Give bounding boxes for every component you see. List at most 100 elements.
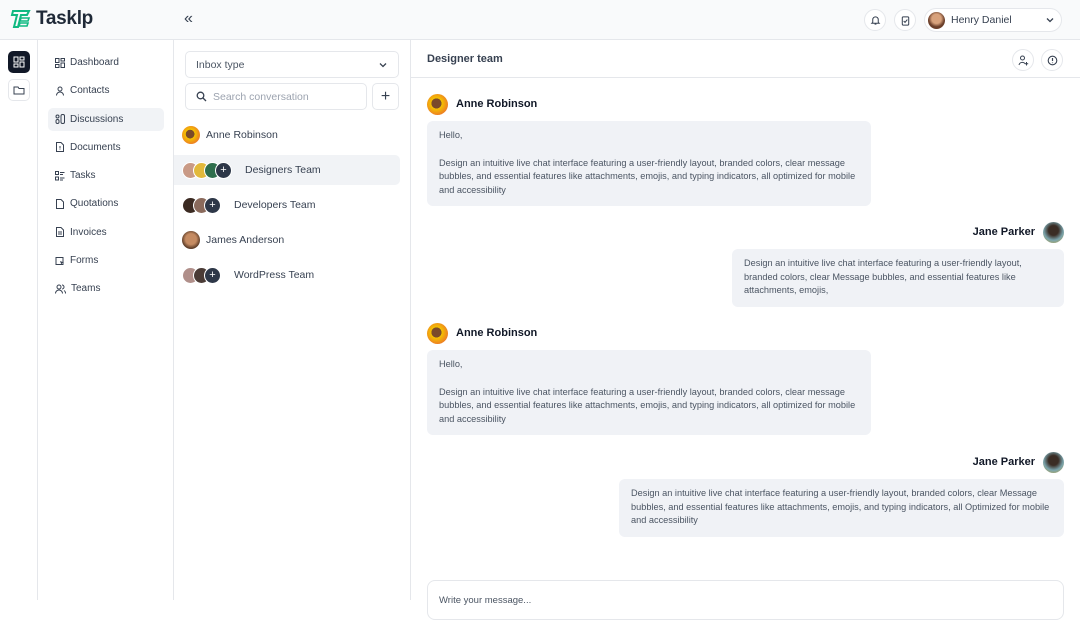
conversation-name: Anne Robinson xyxy=(206,129,278,141)
conversation-item[interactable]: + Developers Team xyxy=(174,190,400,220)
sidebar-item-teams[interactable]: Teams xyxy=(48,277,164,300)
user-menu[interactable]: Henry Daniel xyxy=(924,8,1062,32)
inbox-type-select[interactable]: Inbox type xyxy=(185,51,399,78)
conversation-item[interactable]: James Anderson xyxy=(174,225,400,255)
add-member-button[interactable] xyxy=(1012,49,1034,71)
more-members-icon: + xyxy=(204,196,221,214)
message: Anne Robinson Hello, Design an intuitive… xyxy=(427,323,871,435)
chat-header: Designer team xyxy=(411,40,1080,78)
sidebar-item-label: Quotations xyxy=(70,198,119,210)
message-sender: Jane Parker xyxy=(732,222,1064,243)
avatar xyxy=(182,126,200,144)
sidebar-item-label: Documents xyxy=(70,141,121,153)
message: Anne Robinson Hello, Design an intuitive… xyxy=(427,94,871,206)
app-name: Tasklp xyxy=(36,8,93,29)
sender-name: Anne Robinson xyxy=(456,326,538,339)
avatar-group: + xyxy=(182,266,221,284)
message-body: Design an intuitive live chat interface … xyxy=(631,488,1050,525)
chat-title: Designer team xyxy=(427,52,503,65)
message-body: Design an intuitive live chat interface … xyxy=(439,386,856,424)
grid-icon xyxy=(13,56,25,68)
new-conversation-button[interactable]: + xyxy=(372,83,399,110)
search-icon xyxy=(196,91,207,102)
tasks-button[interactable] xyxy=(894,9,916,31)
message-sender: Jane Parker xyxy=(619,452,1064,473)
avatar xyxy=(1043,452,1064,473)
sidebar-item-label: Tasks xyxy=(70,170,96,182)
users-icon xyxy=(55,284,66,294)
sidebar-item-label: Dashboard xyxy=(70,57,119,68)
sidebar-item-discussions[interactable]: Discussions xyxy=(48,107,164,131)
search-box xyxy=(185,83,367,110)
avatar-group: + xyxy=(182,161,232,179)
avatar-group: + xyxy=(182,196,221,214)
sidebar-item-tasks[interactable]: Tasks xyxy=(48,164,164,187)
sidebar-item-contacts[interactable]: Contacts xyxy=(48,79,164,102)
conversation-list: Anne Robinson + Designers Team + Develop… xyxy=(174,120,411,295)
inbox-type-value: Inbox type xyxy=(196,58,245,71)
sidebar-item-label: Invoices xyxy=(70,226,107,238)
info-icon xyxy=(1047,55,1057,65)
info-button[interactable] xyxy=(1041,49,1063,71)
message-input[interactable]: Write your message... xyxy=(427,580,1064,620)
sidebar-item-forms[interactable]: Forms xyxy=(48,249,164,272)
sidebar-item-documents[interactable]: Documents xyxy=(48,136,164,159)
logo-icon xyxy=(10,10,31,28)
sidebar-item-label: Discussions xyxy=(70,113,124,125)
icon-rail xyxy=(0,40,38,600)
conversation-name: Designers Team xyxy=(245,164,321,176)
message-greeting: Hello, xyxy=(439,130,463,140)
message-greeting: Hello, xyxy=(439,359,463,369)
message-bubble: Design an intuitive live chat interface … xyxy=(732,249,1064,307)
conversation-name: Developers Team xyxy=(234,199,316,211)
logo[interactable]: Tasklp xyxy=(10,8,93,30)
message-input-placeholder: Write your message... xyxy=(439,595,532,606)
user-name: Henry Daniel xyxy=(951,14,1012,26)
conversation-item[interactable]: + WordPress Team xyxy=(174,260,400,290)
conversation-panel: Inbox type + Anne Robinson + Designers T… xyxy=(174,40,411,600)
avatar xyxy=(1043,222,1064,243)
tasks-icon xyxy=(55,170,65,181)
chat-panel: Designer team Anne Robinson Hello, Desig… xyxy=(411,40,1080,620)
rail-grid-button[interactable] xyxy=(8,51,30,73)
chevron-down-icon xyxy=(379,62,387,67)
collapse-sidebar-button[interactable]: « xyxy=(184,10,193,28)
sidebar-item-label: Teams xyxy=(71,283,101,295)
sidebar-item-label: Forms xyxy=(70,255,99,267)
avatar xyxy=(427,323,448,344)
more-members-icon: + xyxy=(215,161,232,179)
sender-name: Jane Parker xyxy=(972,455,1035,468)
conversation-item[interactable]: + Designers Team xyxy=(174,155,400,185)
message-sender: Anne Robinson xyxy=(427,323,871,344)
message-bubble: Hello, Design an intuitive live chat int… xyxy=(427,350,871,435)
forms-icon xyxy=(55,256,64,265)
message-bubble: Design an intuitive live chat interface … xyxy=(619,479,1064,537)
invoice-icon xyxy=(56,227,64,238)
message-body: Design an intuitive live chat interface … xyxy=(439,157,856,195)
document-icon xyxy=(56,142,64,153)
more-members-icon: + xyxy=(204,266,221,284)
chevron-down-icon xyxy=(1046,18,1054,23)
sidebar-item-dashboard[interactable]: Dashboard xyxy=(48,51,164,74)
discussions-icon xyxy=(55,114,65,125)
sender-name: Jane Parker xyxy=(972,225,1035,238)
clipboard-check-icon xyxy=(901,15,909,26)
notifications-button[interactable] xyxy=(864,9,886,31)
sidebar-item-label: Contacts xyxy=(70,85,110,97)
sidebar: Dashboard Contacts Discussions Documents… xyxy=(38,40,174,600)
search-input[interactable] xyxy=(213,90,353,103)
bell-icon xyxy=(870,15,880,25)
message-sender: Anne Robinson xyxy=(427,94,871,115)
conversation-item[interactable]: Anne Robinson xyxy=(174,120,400,150)
message: Jane Parker Design an intuitive live cha… xyxy=(619,452,1064,537)
sidebar-item-invoices[interactable]: Invoices xyxy=(48,221,164,244)
rail-folder-button[interactable] xyxy=(8,79,30,101)
sidebar-item-quotations[interactable]: Quotations xyxy=(48,192,164,215)
dashboard-icon xyxy=(55,57,65,68)
conversation-name: WordPress Team xyxy=(234,269,315,281)
user-icon xyxy=(56,86,64,96)
top-bar: Tasklp « Henry Daniel xyxy=(0,0,1080,40)
message-body: Design an intuitive live chat interface … xyxy=(744,258,1022,295)
message: Jane Parker Design an intuitive live cha… xyxy=(732,222,1064,307)
user-avatar xyxy=(928,11,945,29)
